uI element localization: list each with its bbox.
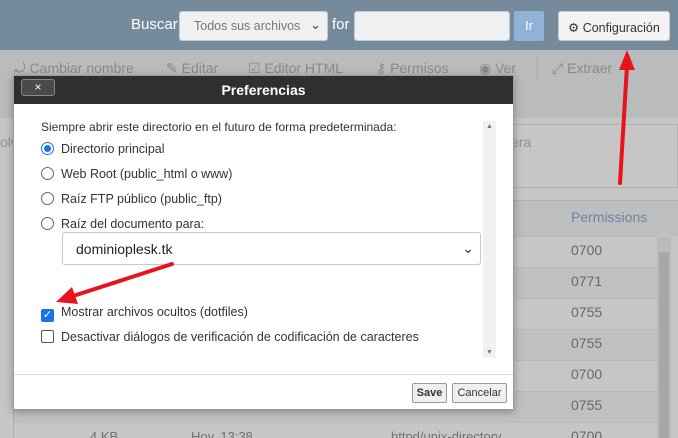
arrow-to-settings-icon xyxy=(618,50,635,185)
annotation-arrows xyxy=(56,50,635,304)
arrow-to-hidden-files-icon xyxy=(56,262,174,304)
